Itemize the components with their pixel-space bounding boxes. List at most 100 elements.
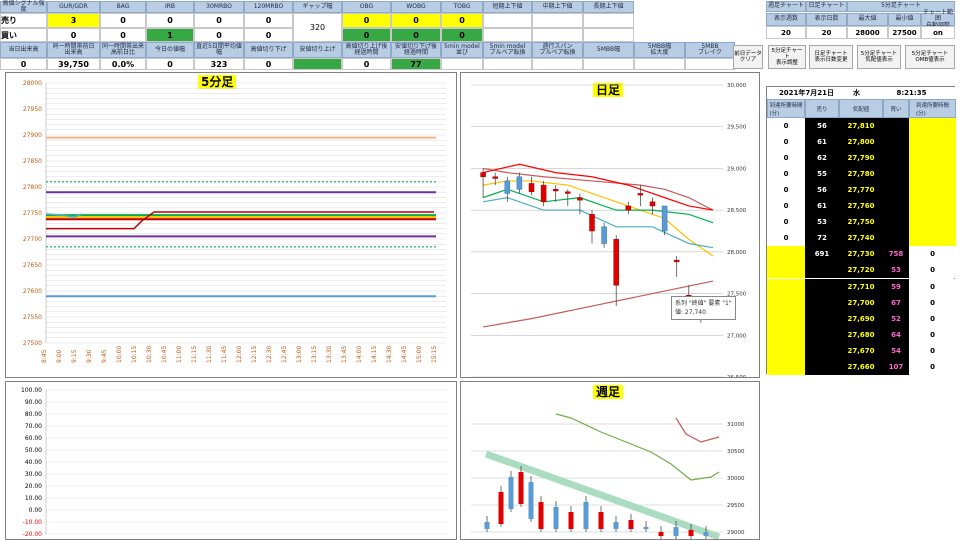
y-tick-label: 29500 [727,503,745,509]
board-sell-time [767,246,805,263]
candle-body [538,502,544,529]
metric-value [532,58,583,70]
board-buy-time: 0 [909,294,956,311]
daily-days-button[interactable]: 日足チャート 表示日数変更 [809,45,853,69]
metric-header: 安値切り下げ後 経過時間 [391,42,441,58]
board-price: 27,800 [839,134,883,151]
candle-body [673,259,680,263]
buy-value: 0 [100,28,146,42]
board-price: 27,690 [839,310,883,327]
chart-setting-value[interactable]: 28000 [847,26,888,39]
metric-value: 0 [342,58,391,70]
buy-value: 0 [342,28,391,42]
moving-average-line [482,197,714,249]
candle-body [492,176,498,179]
metric-header: 高値切り下げ [244,42,293,58]
x-tick-label: 15:00 [416,346,423,363]
candle-body [565,191,571,194]
weekly-chart-panel: 週足 31000 30500 30000 29500 29000 [460,381,760,540]
five-minute-quote-button[interactable]: 5分足チャート 気配値表示 [857,45,901,69]
x-tick-label: 9:00 [56,349,63,363]
board-buy-volume [883,150,909,167]
sell-value: 0 [391,13,441,28]
board-price: 27,810 [839,118,883,134]
candle-body [516,176,523,190]
moving-average-line [675,417,720,443]
y-tick-label: 40.00 [25,459,42,466]
indicator-header: TOBG [441,1,483,13]
board-buy-volume: 52 [883,310,909,327]
buy-value: 0 [194,28,244,42]
board-buy-volume: 67 [883,294,909,311]
board-sell-time: 0 [767,134,805,151]
chart-setting-value[interactable]: 20 [806,26,847,39]
metric-value [583,58,634,70]
sell-value: 0 [194,13,244,28]
y-tick-label: 90.00 [25,399,42,406]
metric-value: 39,750 [47,58,100,70]
board-sell-time [767,262,805,279]
clear-previous-day-button[interactable]: 前日データ クリア [733,45,763,69]
board-column-header: 到達所要時間 (分) [767,99,805,118]
board-sell-volume [805,310,839,327]
five-minute-omb-button[interactable]: 5分足チャート OMB値表示 [905,45,955,69]
x-tick-label: 10:45 [161,346,168,363]
metric-value [293,58,342,70]
board-price: 27,770 [839,182,883,199]
indicator-header: 120MRBO [244,1,293,13]
y-tick-label: 27,000 [727,333,747,339]
board-price: 27,790 [839,150,883,167]
candle-body [688,530,694,536]
x-tick-label: 11:45 [221,346,228,363]
metric-value [441,58,483,70]
x-tick-label: 12:45 [281,346,288,363]
y-tick-label: 70.00 [25,423,42,430]
board-sell-volume: 62 [805,150,839,167]
board-buy-volume: 758 [883,246,909,263]
sell-value: 0 [100,13,146,28]
order-board: 2021年7月21日水 8:21:35 到達所要時間 (分) 売り 気配値 買い 到達所要時… [766,86,956,375]
board-buy-volume [883,134,909,151]
buy-value: 0 [47,28,100,42]
candle-body [613,239,619,286]
board-buy-time [909,134,956,151]
y-tick-label: 30000 [727,476,745,482]
candle-body [552,189,559,192]
x-tick-label: 14:15 [371,346,378,363]
chart-setting-value[interactable]: on [921,26,955,39]
x-tick-label: 15:15 [431,346,438,363]
board-sell-time [767,342,805,359]
y-tick-label: 27850 [23,158,42,165]
board-buy-time [909,150,956,167]
metric-header: 週行スパン ブルベア転換 [532,42,583,58]
candle-body [498,492,504,524]
y-tick-label: 20.00 [25,483,42,490]
board-sell-volume: 55 [805,166,839,183]
candle-body [508,477,514,509]
candle-body [643,527,649,529]
sell-value [583,13,634,28]
chart-setting-value[interactable]: 27500 [888,26,921,39]
y-tick-label: 27800 [23,184,42,191]
buy-value: 1 [146,28,194,42]
board-sell-volume: 61 [805,134,839,151]
candle-body [613,522,619,529]
sell-value [532,13,583,28]
board-price: 27,720 [839,262,883,279]
y-tick-label: 27600 [23,288,42,295]
board-buy-volume [883,230,909,247]
x-tick-label: 13:30 [326,346,333,363]
board-sell-volume [805,278,839,295]
five-minute-adjust-button[interactable]: 5分足チャート 表示調整 [768,45,806,69]
metric-header: 5MBB ブレイク [685,42,735,58]
x-tick-label: 11:15 [191,346,198,363]
indicator-header: IRB [146,1,194,13]
candle-body [577,197,583,201]
candle-body [528,482,534,519]
board-sell-volume: 56 [805,118,839,134]
x-tick-label: 13:45 [341,346,348,363]
y-tick-label: 29,500 [727,125,747,131]
indicator-header: OBG [342,1,391,13]
chart-setting-value[interactable]: 20 [766,26,806,39]
board-price: 27,740 [839,230,883,247]
